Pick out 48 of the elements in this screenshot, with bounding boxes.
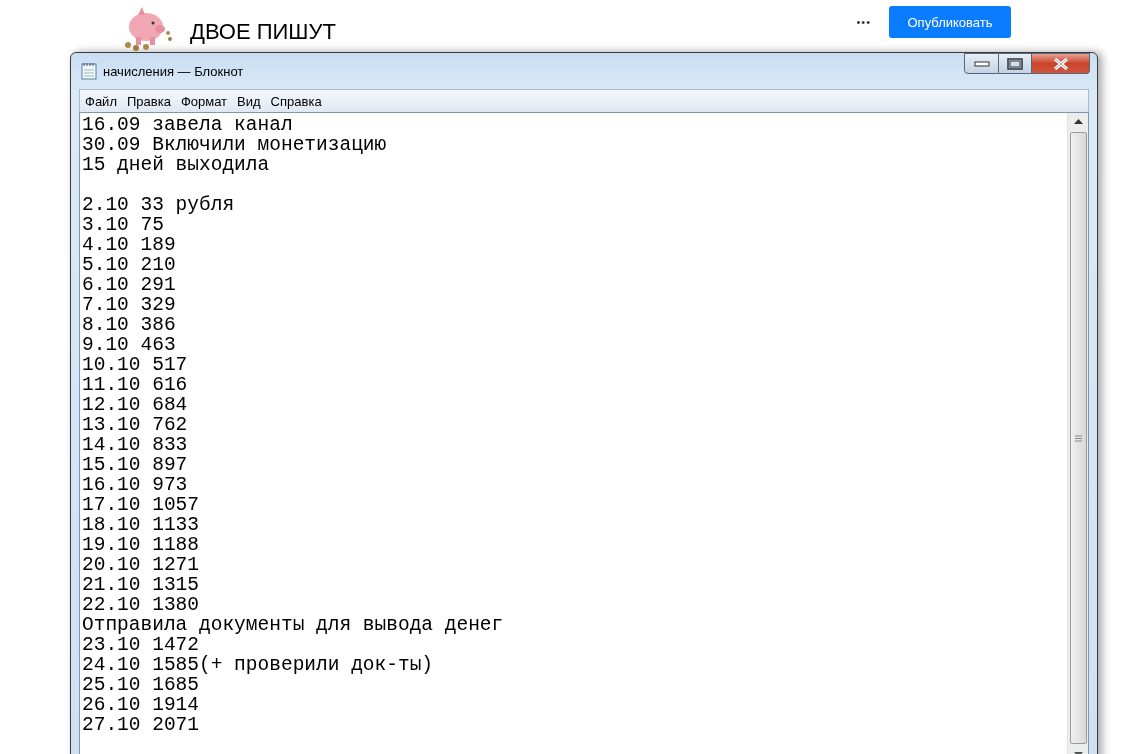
- minimize-button[interactable]: [964, 53, 999, 74]
- text-line: 9.10 463: [82, 335, 176, 355]
- text-line: 18.10 1133: [82, 515, 200, 535]
- text-line: 5.10 210: [82, 255, 176, 275]
- site-title: ДВОЕ ПИШУТ: [190, 19, 336, 45]
- text-line: 16.09 завела канал: [82, 115, 293, 135]
- maximize-icon: [1007, 57, 1023, 70]
- text-line: 20.10 1271: [82, 555, 200, 575]
- scroll-thumb[interactable]: [1069, 132, 1087, 744]
- text-line: 14.10 833: [82, 435, 188, 455]
- text-line: 22.10 1380: [82, 595, 200, 615]
- text-line: 21.10 1315: [82, 575, 200, 595]
- text-line: 17.10 1057: [82, 495, 200, 515]
- close-icon: [1051, 56, 1070, 71]
- text-line: 3.10 75: [82, 215, 164, 235]
- minimize-icon: [973, 60, 990, 67]
- maximize-button[interactable]: [999, 53, 1032, 74]
- text-line: 8.10 386: [82, 315, 176, 335]
- text-line: 12.10 684: [82, 395, 188, 415]
- publish-button[interactable]: Опубликовать: [889, 6, 1011, 38]
- text-line: 13.10 762: [82, 415, 188, 435]
- text-line: 30.09 Включили монетизацию: [82, 135, 387, 155]
- text-line: 2.10 33 рубля: [82, 195, 235, 215]
- menu-item[interactable]: Справка: [265, 93, 327, 109]
- text-line: 15 дней выходила: [82, 155, 270, 175]
- menu-item[interactable]: Формат: [175, 93, 233, 109]
- menu-item[interactable]: Вид: [232, 93, 266, 109]
- text-line: 6.10 291: [82, 275, 176, 295]
- scrollbar[interactable]: [1067, 113, 1088, 754]
- text-line: 7.10 329: [82, 295, 176, 315]
- text-line: 26.10 1914: [82, 695, 200, 715]
- text-line: 16.10 973: [82, 475, 188, 495]
- close-button[interactable]: [1032, 53, 1090, 74]
- text-line: 10.10 517: [82, 355, 188, 375]
- text-line: 24.10 1585(+ проверили док-ты): [82, 655, 434, 675]
- text-line: 27.10 2071: [82, 715, 200, 735]
- menu-item[interactable]: Файл: [80, 93, 122, 109]
- text-line: 23.10 1472: [82, 635, 200, 655]
- notepad-icon: [81, 62, 97, 80]
- text-line: 4.10 189: [82, 235, 176, 255]
- text-line: 19.10 1188: [82, 535, 200, 555]
- text-line: 25.10 1685: [82, 675, 200, 695]
- text-line: Отправила документы для вывода денег: [82, 615, 504, 635]
- text-line: 11.10 616: [82, 375, 188, 395]
- text-line: 15.10 897: [82, 455, 188, 475]
- window-title: начисления — Блокнот: [103, 63, 244, 79]
- more-options-button[interactable]: •••: [856, 16, 871, 28]
- menu-item[interactable]: Правка: [121, 93, 176, 109]
